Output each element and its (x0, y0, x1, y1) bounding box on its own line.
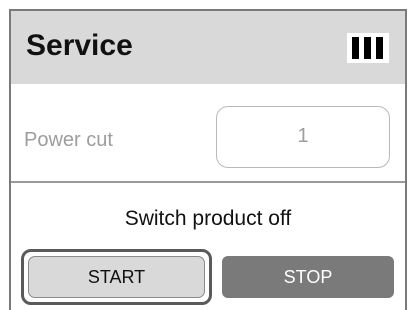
page-title: Service (26, 29, 133, 62)
signal-bar (376, 37, 383, 59)
start-button-focus-ring: START (21, 249, 212, 305)
power-cut-value-field[interactable]: 1 (216, 106, 390, 168)
stop-button[interactable]: STOP (222, 256, 394, 298)
signal-bar (352, 37, 359, 59)
service-panel: Service Power cut 1 Switch product off S… (9, 9, 407, 310)
signal-bars-icon (347, 33, 389, 63)
power-cut-label: Power cut (24, 129, 113, 151)
power-cut-row: Power cut 1 (11, 84, 405, 183)
start-button[interactable]: START (28, 256, 205, 298)
switch-off-prompt: Switch product off (124, 207, 292, 230)
signal-bar (364, 37, 371, 59)
panel-header: Service (11, 11, 405, 84)
